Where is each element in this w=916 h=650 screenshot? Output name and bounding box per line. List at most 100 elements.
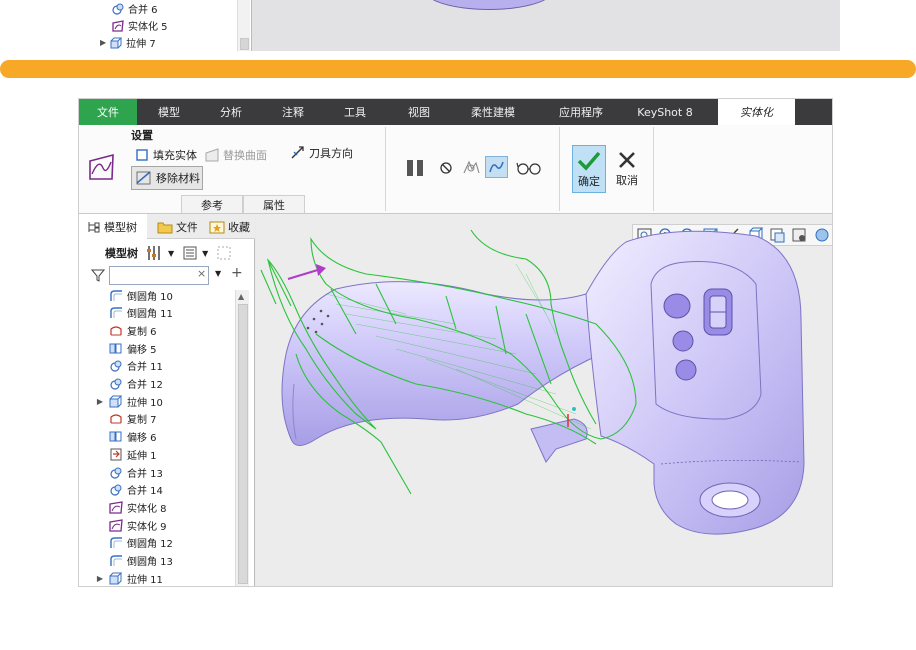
tree-item[interactable]: 偏移 5	[109, 339, 157, 357]
tab-analysis[interactable]: 分析	[203, 99, 259, 125]
tree-item[interactable]: 合并 12	[109, 375, 163, 393]
tree-item[interactable]: 合并 14	[109, 481, 163, 499]
tree-item[interactable]: 实体化 5	[112, 17, 168, 34]
tree-item-label: 实体化 5	[128, 22, 168, 33]
scroll-up-icon[interactable]: ▲	[238, 292, 244, 301]
tab-solidify[interactable]: 实体化	[718, 99, 795, 125]
confirm-button[interactable]: 确定	[572, 145, 606, 193]
tree-item-label: 偏移 5	[127, 344, 157, 356]
tab-model[interactable]: 模型	[141, 99, 197, 125]
tree-item[interactable]: 复制 6	[109, 321, 157, 339]
tree-item-label: 复制 7	[127, 415, 157, 427]
tree-item-label: 合并 6	[128, 5, 158, 16]
merge-icon	[109, 377, 123, 390]
settings-title: 设置	[131, 129, 153, 142]
tab-file[interactable]: 文件	[79, 99, 137, 125]
settings-tools-icon[interactable]	[146, 244, 164, 262]
clear-search-icon[interactable]: ×	[197, 267, 206, 280]
show-columns-icon[interactable]	[182, 245, 198, 261]
round-icon	[109, 536, 123, 549]
tab-favorites[interactable]: 收藏	[203, 214, 251, 239]
tree-item-label: 拉伸 10	[127, 397, 163, 409]
chevron-down-icon[interactable]: ▼	[215, 269, 221, 278]
tool-direction-label: 刀具方向	[309, 147, 353, 160]
tree-item[interactable]: 实体化 8	[109, 498, 167, 516]
fill-solid-icon	[135, 148, 149, 162]
filter-icon[interactable]	[90, 268, 106, 282]
tree-item[interactable]: 倒圆角 11	[109, 304, 173, 322]
pause-icon[interactable]	[405, 158, 427, 178]
tree-item-label: 偏移 6	[127, 433, 157, 445]
filter-row: × ▼ +	[79, 265, 255, 288]
graphics-window[interactable]	[256, 214, 833, 587]
copy-icon	[109, 324, 123, 337]
chevron-down-icon[interactable]: ▼	[168, 249, 174, 258]
references-tab[interactable]: 参考	[181, 195, 243, 213]
tree-item-label: 倒圆角 11	[127, 309, 173, 321]
scrollbar-thumb[interactable]	[238, 304, 248, 584]
tab-annotate[interactable]: 注释	[265, 99, 321, 125]
add-icon[interactable]: +	[231, 265, 243, 281]
expand-arrow-icon[interactable]: ▶	[95, 574, 105, 583]
solidify-icon	[109, 518, 123, 532]
tree-item[interactable]: 倒圆角 12	[109, 534, 173, 552]
tree-item[interactable]: 延伸 1	[109, 445, 157, 463]
fill-solid-button[interactable]: 填充实体	[135, 147, 197, 163]
tree-filters-icon[interactable]	[216, 245, 232, 261]
tree-item-label: 合并 11	[127, 362, 163, 374]
tree-scrollbar[interactable]: ▲	[235, 290, 249, 586]
tree-item[interactable]: 实体化 9	[109, 516, 167, 534]
merge-icon	[109, 359, 123, 372]
tree-item-label: 倒圆角 10	[127, 291, 173, 303]
tree-search-input[interactable]	[109, 266, 209, 285]
close-icon	[616, 148, 638, 172]
tree-item[interactable]: 倒圆角 13	[109, 552, 173, 570]
tab-tools[interactable]: 工具	[327, 99, 383, 125]
tool-direction-button[interactable]: 刀具方向	[291, 145, 353, 161]
remove-material-button[interactable]: 移除材料	[131, 166, 203, 190]
direction-arrow[interactable]	[287, 267, 322, 281]
tree-item[interactable]: ▶ 拉伸 11	[95, 569, 163, 586]
expand-arrow-icon[interactable]: ▶	[95, 397, 105, 406]
properties-tab[interactable]: 属性	[243, 195, 305, 213]
no-preview-icon[interactable]	[439, 161, 453, 175]
tree-item[interactable]: 合并 11	[109, 357, 163, 375]
handle-body	[281, 281, 602, 446]
tab-folder-browser[interactable]: 文件	[151, 214, 197, 239]
remove-material-label: 移除材料	[156, 172, 200, 185]
tree-item[interactable]: 复制 7	[109, 410, 157, 428]
favorites-icon	[209, 220, 225, 234]
tree-item-label: 合并 14	[127, 486, 163, 498]
tab-flexible-modeling[interactable]: 柔性建模	[457, 99, 529, 125]
trigger	[530, 418, 588, 463]
creo-window: 文件 模型 分析 注释 工具 视图 柔性建模 应用程序 KeyShot 8 实体…	[78, 98, 833, 587]
scrollbar[interactable]	[237, 0, 250, 51]
tree-item[interactable]: 偏移 6	[109, 428, 157, 446]
merge-icon	[109, 483, 123, 496]
tab-model-tree[interactable]: 模型树	[79, 214, 147, 239]
thermometer-model[interactable]	[256, 214, 833, 587]
tree-item[interactable]: 合并 6	[112, 0, 158, 17]
tree-item[interactable]: 倒圆角 10	[109, 290, 173, 304]
group-separator	[385, 127, 386, 211]
glasses-icon[interactable]	[516, 161, 542, 175]
solidify-ribbon: 设置 填充实体 替换曲面 刀具方向 移除材料 参考 属性 确定 取消	[79, 125, 832, 214]
tree-item[interactable]: ▶ 拉伸 10	[95, 392, 163, 410]
remove-material-icon	[136, 171, 152, 185]
tab-view[interactable]: 视图	[391, 99, 447, 125]
tree-item-label: 拉伸 7	[126, 39, 156, 50]
cancel-button[interactable]: 取消	[610, 145, 644, 193]
solidify-icon	[87, 153, 117, 181]
tab-applications[interactable]: 应用程序	[545, 99, 617, 125]
verify-mode-icon[interactable]	[485, 156, 508, 178]
chevron-down-icon[interactable]: ▼	[202, 249, 208, 258]
scrollbar-thumb[interactable]	[240, 38, 249, 50]
offset-icon	[109, 342, 123, 355]
expand-arrow-icon[interactable]: ▶	[100, 38, 106, 47]
replace-surface-button[interactable]: 替换曲面	[205, 147, 267, 163]
tree-item[interactable]: ▶ 拉伸 7	[100, 34, 156, 51]
tree-item[interactable]: 合并 13	[109, 463, 163, 481]
feature-preview-icon[interactable]	[461, 159, 481, 177]
button	[675, 359, 697, 381]
tab-keyshot[interactable]: KeyShot 8	[629, 99, 701, 125]
